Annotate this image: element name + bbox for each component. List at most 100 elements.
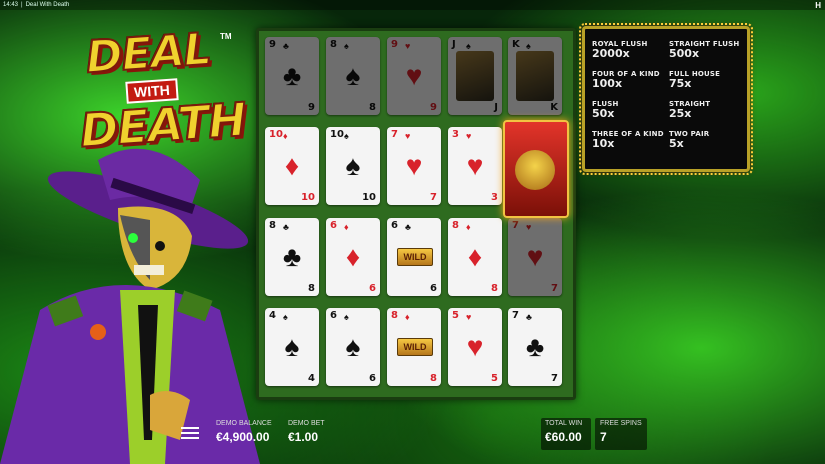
card-rank-bottom: 9 — [308, 102, 315, 113]
card-pip: ♠ — [284, 331, 300, 362]
playing-card: 9 ♥ ♥ 9 — [387, 37, 441, 115]
card-rank: 8 — [269, 220, 276, 231]
playing-card: 8 ♦ WILD 8 — [387, 308, 441, 386]
playing-card: 7 ♥ ♥ 7 — [508, 218, 562, 296]
card-rank-bottom: 8 — [308, 283, 315, 294]
card-rank: 8 — [330, 39, 337, 50]
card-pip: ♥ — [405, 150, 423, 181]
card-rank: 8 — [452, 220, 459, 231]
card-rank: 6 — [330, 220, 337, 231]
card-rank-bottom: 8 — [430, 373, 437, 384]
total-win-value: €60.00 — [545, 430, 582, 444]
card-suit-icon: ♠ — [344, 312, 349, 322]
wild-badge: WILD — [397, 338, 433, 356]
card-rank: 7 — [512, 220, 519, 231]
card-rank: 3 — [452, 129, 459, 140]
card-rank: 9 — [269, 39, 276, 50]
card-pip: ♠ — [345, 150, 361, 181]
card-suit-icon: ♥ — [466, 131, 472, 141]
card-suit-icon: ♠ — [466, 41, 471, 51]
card-suit-icon: ♣ — [283, 222, 289, 232]
playing-card: 8 ♠ ♠ 8 — [326, 37, 380, 115]
bet-value[interactable]: €1.00 — [288, 430, 318, 444]
card-suit-icon: ♠ — [526, 41, 531, 51]
card-rank: 6 — [391, 220, 398, 231]
paytable-entry: STRAIGHT 25x — [669, 100, 710, 120]
card-pip: ♥ — [466, 150, 484, 181]
playing-card: 6 ♦ ♦ 6 — [326, 218, 380, 296]
card-rank-bottom: 10 — [362, 192, 376, 203]
card-rank-bottom: 3 — [491, 192, 498, 203]
menu-icon[interactable] — [181, 424, 199, 440]
card-pip: ♦ — [467, 241, 483, 272]
card-suit-icon: ♠ — [344, 41, 349, 51]
total-win-label: TOTAL WIN — [545, 420, 583, 427]
balance-value: €4,900.00 — [216, 430, 270, 444]
card-pip: ♣ — [525, 331, 545, 362]
card-suit-icon: ♥ — [526, 222, 532, 232]
card-rank-bottom: K — [550, 102, 558, 113]
playing-card: 8 ♦ ♦ 8 — [448, 218, 502, 296]
card-rank: 7 — [391, 129, 398, 140]
skull-icon — [515, 150, 555, 190]
card-pip: ♠ — [345, 331, 361, 362]
card-rank-bottom: 8 — [491, 283, 498, 294]
card-rank-bottom: 6 — [369, 373, 376, 384]
card-rank: K — [512, 39, 520, 50]
hand-multiplier: 75x — [669, 77, 692, 90]
card-rank-bottom: 7 — [551, 283, 558, 294]
paytable-entry: FLUSH 50x — [592, 100, 619, 120]
playing-card: 10 ♠ ♠ 10 — [326, 127, 380, 205]
card-suit-icon: ♦ — [405, 312, 410, 322]
paytable-entry: FULL HOUSE 75x — [669, 70, 720, 90]
wild-badge: WILD — [397, 248, 433, 266]
card-rank-bottom: 8 — [369, 102, 376, 113]
card-rank-bottom: 9 — [430, 102, 437, 113]
paytable-entry: STRAIGHT FLUSH 500x — [669, 40, 739, 60]
brand-logo: H — [815, 1, 821, 10]
free-spins-value: 7 — [600, 430, 607, 444]
card-suit-icon: ♦ — [344, 222, 349, 232]
death-wild-card — [503, 120, 569, 218]
card-rank: 9 — [391, 39, 398, 50]
playing-card: 5 ♥ ♥ 5 — [448, 308, 502, 386]
app-title: Deal With Death — [25, 2, 70, 8]
hand-multiplier: 50x — [592, 107, 615, 120]
card-rank: 4 — [269, 310, 276, 321]
card-rank-bottom: 5 — [491, 373, 498, 384]
free-spins-label: FREE SPINS — [600, 420, 642, 427]
card-rank-bottom: J — [494, 102, 498, 113]
bet-label: DEMO BET — [288, 420, 325, 427]
playing-card: 10 ♦ ♦ 10 — [265, 127, 319, 205]
playing-card: K ♠ K — [508, 37, 562, 115]
paytable-entry: THREE OF A KIND 10x — [592, 130, 664, 150]
paytable-entry: TWO PAIR 5x — [669, 130, 709, 150]
paytable-entry: FOUR OF A KIND 100x — [592, 70, 660, 90]
card-suit-icon: ♦ — [466, 222, 471, 232]
hand-multiplier: 2000x — [592, 47, 630, 60]
card-suit-icon: ♠ — [283, 312, 288, 322]
playing-card: 7 ♣ ♣ 7 — [508, 308, 562, 386]
card-rank-bottom: 7 — [551, 373, 558, 384]
card-suit-icon: ♦ — [283, 131, 288, 141]
card-suit-icon: ♥ — [466, 312, 472, 322]
hand-multiplier: 10x — [592, 137, 615, 150]
playing-card: 8 ♣ ♣ 8 — [265, 218, 319, 296]
playing-card: 4 ♠ ♠ 4 — [265, 308, 319, 386]
card-rank: 6 — [330, 310, 337, 321]
card-rank: J — [452, 39, 456, 50]
card-rank: 7 — [512, 310, 519, 321]
card-suit-icon: ♣ — [283, 41, 289, 51]
paytable-entry: ROYAL FLUSH 2000x — [592, 40, 648, 60]
card-rank: 10 — [269, 129, 283, 140]
card-rank: 10 — [330, 129, 344, 140]
status-bar: 14:43 | Deal With Death — [0, 0, 825, 10]
face-card-art — [456, 51, 494, 101]
card-suit-icon: ♣ — [405, 222, 411, 232]
card-rank: 5 — [452, 310, 459, 321]
playing-card: 7 ♥ ♥ 7 — [387, 127, 441, 205]
footer-bar: DEMO BALANCE €4,900.00 DEMO BET €1.00 TO… — [175, 414, 650, 464]
face-card-art — [516, 51, 554, 101]
playing-card: 3 ♥ ♥ 3 — [448, 127, 502, 205]
card-suit-icon: ♣ — [526, 312, 532, 322]
